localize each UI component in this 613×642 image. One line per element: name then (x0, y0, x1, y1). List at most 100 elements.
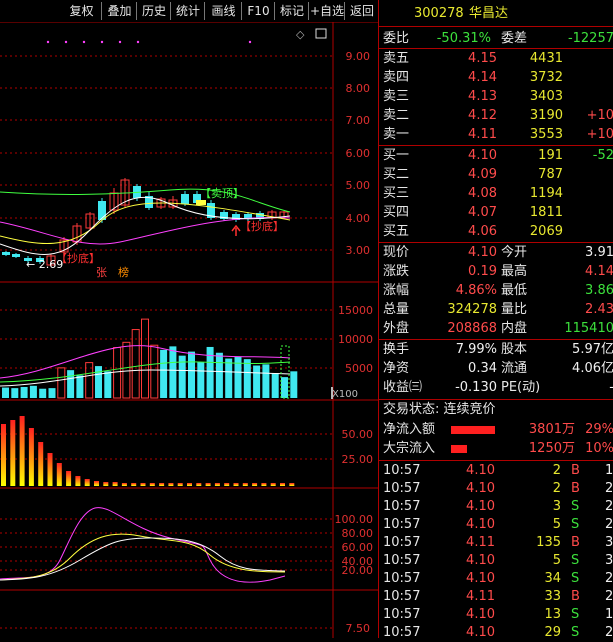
flow-bar (451, 445, 467, 453)
stat-value: 0.19 (468, 264, 497, 279)
tick-price: 4.10 (466, 553, 495, 568)
tick-count: 2 (605, 499, 613, 514)
toolbar-button-4[interactable]: 统计 (170, 2, 205, 20)
indicator1-bar (187, 483, 192, 486)
stat-row: 涨幅 4.86% 最低 3.86 (379, 282, 613, 300)
volume-bar (253, 365, 261, 398)
tick-volume: 29 (544, 625, 561, 640)
stat-value: 4.10 (468, 245, 497, 260)
stat-label: 现价 (383, 245, 410, 260)
tick-price: 4.11 (466, 589, 495, 604)
indicator1-bar (224, 483, 230, 486)
ask-label: 卖四 (383, 70, 410, 85)
indicator1-bar (47, 453, 53, 486)
volume-bar (281, 377, 288, 398)
stat-value: 7.99% (455, 342, 497, 357)
tick-count: 1 (605, 607, 613, 622)
stat-value: 4.86% (455, 283, 497, 298)
indicator1-bar (214, 483, 220, 486)
stat-label: 最高 (501, 264, 528, 279)
chart-area[interactable]: ◇9.008.007.006.005.004.003.00【卖顶】【抄底】【抄底… (0, 0, 378, 638)
flow-row: 净流入额 3801万 29% (379, 421, 613, 439)
window-icon (315, 28, 327, 39)
volume-bar (67, 370, 75, 398)
stat-row: 总量 324278 量比 2.43 (379, 301, 613, 319)
indicator1-bar (121, 483, 127, 486)
stat-value: -0.130 (455, 380, 497, 395)
ask-label: 卖一 (383, 127, 410, 142)
tick-price: 4.10 (466, 499, 495, 514)
stat-label: 外盘 (383, 321, 410, 336)
tick-price: 4.10 (466, 571, 495, 586)
stat-row: 现价 4.10 今开 3.91 (379, 244, 613, 262)
tick-volume: 3 (552, 499, 561, 514)
weibi-label: 委比 (383, 31, 410, 46)
tick-price: 4.10 (466, 463, 495, 478)
fundamental-row: 净资 0.34 流通 4.06亿 (379, 360, 613, 378)
tick-price: 4.10 (466, 481, 495, 496)
volume-bar (225, 358, 233, 398)
toolbar-button-1[interactable]: 复权 (62, 2, 101, 20)
indicator1-bar (28, 428, 34, 486)
tick-count: 1 (605, 463, 613, 478)
toolbar-button-8[interactable]: +自选 (308, 2, 345, 20)
tick-side: S (571, 499, 580, 514)
marker-dot (46, 40, 50, 44)
indicator1-bar (261, 483, 267, 486)
volume-bar (169, 346, 177, 398)
ask-change: +10 (586, 127, 613, 142)
volume-unit-label: X100 (332, 389, 358, 400)
indicator1-bar (75, 476, 81, 486)
ask-volume: 3403 (529, 89, 563, 104)
bid-label: 买三 (383, 186, 410, 201)
tick-price: 4.10 (466, 607, 495, 622)
tick-time: 10:57 (383, 607, 421, 622)
indicator2-axis-label: 80.00 (342, 527, 374, 540)
buy-bottom-label: 【抄底】 (240, 219, 284, 233)
bid-row: 买二 4.09 787 (379, 166, 613, 184)
volume-bar (76, 375, 84, 398)
bid-label: 买二 (383, 167, 410, 182)
tick-side: B (571, 535, 580, 550)
toolbar-button-3[interactable]: 历史 (136, 2, 171, 20)
tick-row: 10:57 4.11 33 B 2 (379, 588, 613, 606)
tick-count: 2 (605, 589, 613, 604)
stat-label: 总量 (383, 302, 410, 317)
bottom-axis-label: 7.50 (346, 622, 371, 635)
tick-volume: 2 (552, 463, 561, 478)
bid-row: 买三 4.08 1194 (379, 185, 613, 203)
ask-price: 4.15 (468, 51, 497, 66)
toolbar-button-2[interactable]: 叠加 (101, 2, 137, 20)
flow-value: 1250万 (528, 441, 575, 456)
candle-down (12, 254, 20, 257)
volume-bar (104, 371, 112, 398)
indicator1-bar (196, 483, 202, 486)
tick-time: 10:57 (383, 517, 421, 532)
tick-time: 10:57 (383, 535, 421, 550)
toolbar-button-5[interactable]: 画线 (204, 2, 242, 20)
stock-name: 华昌达 (469, 6, 509, 21)
indicator1-bar (66, 471, 72, 486)
flow-bar (451, 426, 495, 434)
weibi-value: -50.31% (436, 31, 491, 46)
tick-time: 10:57 (383, 499, 421, 514)
tick-row: 10:57 4.10 13 S 1 (379, 606, 613, 624)
toolbar-button-7[interactable]: 标记 (274, 2, 309, 20)
toolbar-button-9[interactable]: 返回 (344, 2, 379, 20)
bid-row: 买一 4.10 191 -52 (379, 147, 613, 165)
stat-value: 324278 (447, 302, 497, 317)
marker-dot (136, 40, 140, 44)
tick-side: S (571, 553, 580, 568)
tick-price: 4.11 (466, 535, 495, 550)
toolbar: 复权 叠加 历史 统计 画线 F10 标记 +自选 返回 (0, 0, 378, 22)
stat-label: 流通 (501, 361, 528, 376)
candle-down (2, 252, 10, 255)
volume-bar (57, 367, 66, 399)
tick-side: S (571, 517, 580, 532)
bid-volume: 787 (538, 167, 563, 182)
panel-divider (379, 26, 613, 27)
toolbar-button-6[interactable]: F10 (241, 2, 275, 20)
stat-value: 3.86 (585, 283, 613, 298)
tick-volume: 5 (552, 517, 561, 532)
stat-label: 今开 (501, 245, 528, 260)
